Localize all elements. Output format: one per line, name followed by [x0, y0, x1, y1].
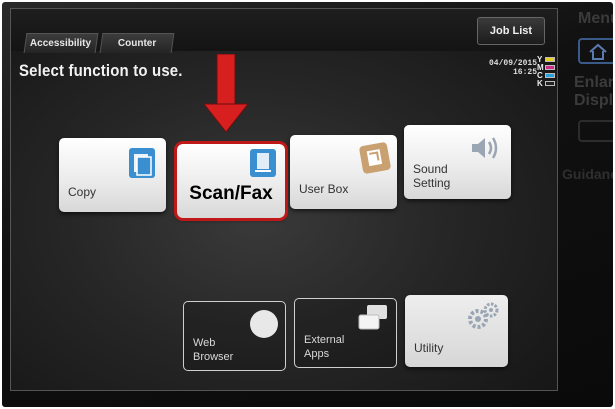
toner-bar [545, 64, 555, 70]
instruction-text: Select function to use. [19, 61, 183, 80]
job-list-button[interactable]: Job List [477, 17, 545, 45]
external-apps-label-line2: Apps [304, 348, 330, 360]
apps-icon [358, 305, 387, 330]
speaker-icon [472, 137, 498, 159]
toner-bar [545, 72, 555, 78]
external-apps-button[interactable]: External Apps [294, 298, 397, 368]
external-apps-label: External Apps [304, 333, 344, 361]
home-icon [589, 43, 607, 60]
utility-label: Utility [414, 341, 444, 355]
red-arrow-annotation [202, 54, 250, 133]
sound-setting-button[interactable]: Sound Setting [404, 125, 511, 199]
gear-icon [468, 302, 499, 329]
web-browser-label-line2: Browser [193, 351, 234, 363]
date-text: 04/09/2015 [488, 59, 537, 68]
web-browser-label-line1: Web [193, 337, 216, 349]
sound-setting-label: Sound Setting [413, 162, 450, 190]
tab-counter[interactable]: Counter [99, 33, 175, 53]
toner-letter: K [537, 78, 543, 88]
tab-accessibility[interactable]: Accessibility [23, 33, 99, 53]
copy-label: Copy [68, 185, 97, 199]
web-browser-button[interactable]: Web Browser [183, 301, 286, 371]
copy-icon [129, 148, 155, 178]
enlarge-display-button[interactable] [578, 120, 613, 142]
sound-setting-label-line1: Sound [413, 162, 448, 176]
user-box-button[interactable]: User Box [290, 135, 397, 209]
globe-icon [250, 310, 278, 338]
web-browser-label: Web Browser [193, 336, 233, 364]
photo-scene: Accessibility Counter Select function to… [0, 0, 615, 409]
toner-levels: Y M C K [537, 55, 557, 88]
external-apps-label-line1: External [304, 334, 345, 346]
side-panel-menu-text: Menu [578, 10, 613, 27]
copy-button[interactable]: Copy [59, 138, 166, 212]
utility-button[interactable]: Utility [405, 295, 508, 367]
home-button[interactable] [578, 38, 613, 64]
toner-black: K [537, 78, 557, 88]
toner-bar [545, 56, 555, 62]
job-list-label: Job List [489, 25, 533, 37]
side-panel: Menu Enlarge Display Guidance [562, 0, 613, 409]
user-box-icon [359, 142, 391, 174]
side-panel-display-text: Display [574, 92, 613, 109]
side-panel-enlarge-text: Enlarge [574, 74, 613, 91]
date-time-display: 04/09/2015 16:25 [467, 59, 537, 77]
tab-counter-label: Counter [117, 38, 157, 49]
time-text: 16:25 [512, 68, 537, 77]
side-panel-guidance-text: Guidance [562, 166, 613, 182]
sound-setting-label-line2: Setting [413, 176, 451, 190]
toner-bar [545, 80, 555, 86]
scan-fax-highlight-frame [174, 141, 288, 221]
user-box-label: User Box [299, 182, 349, 196]
tab-accessibility-label: Accessibility [30, 38, 92, 49]
touch-panel-screen: Accessibility Counter Select function to… [10, 8, 558, 391]
